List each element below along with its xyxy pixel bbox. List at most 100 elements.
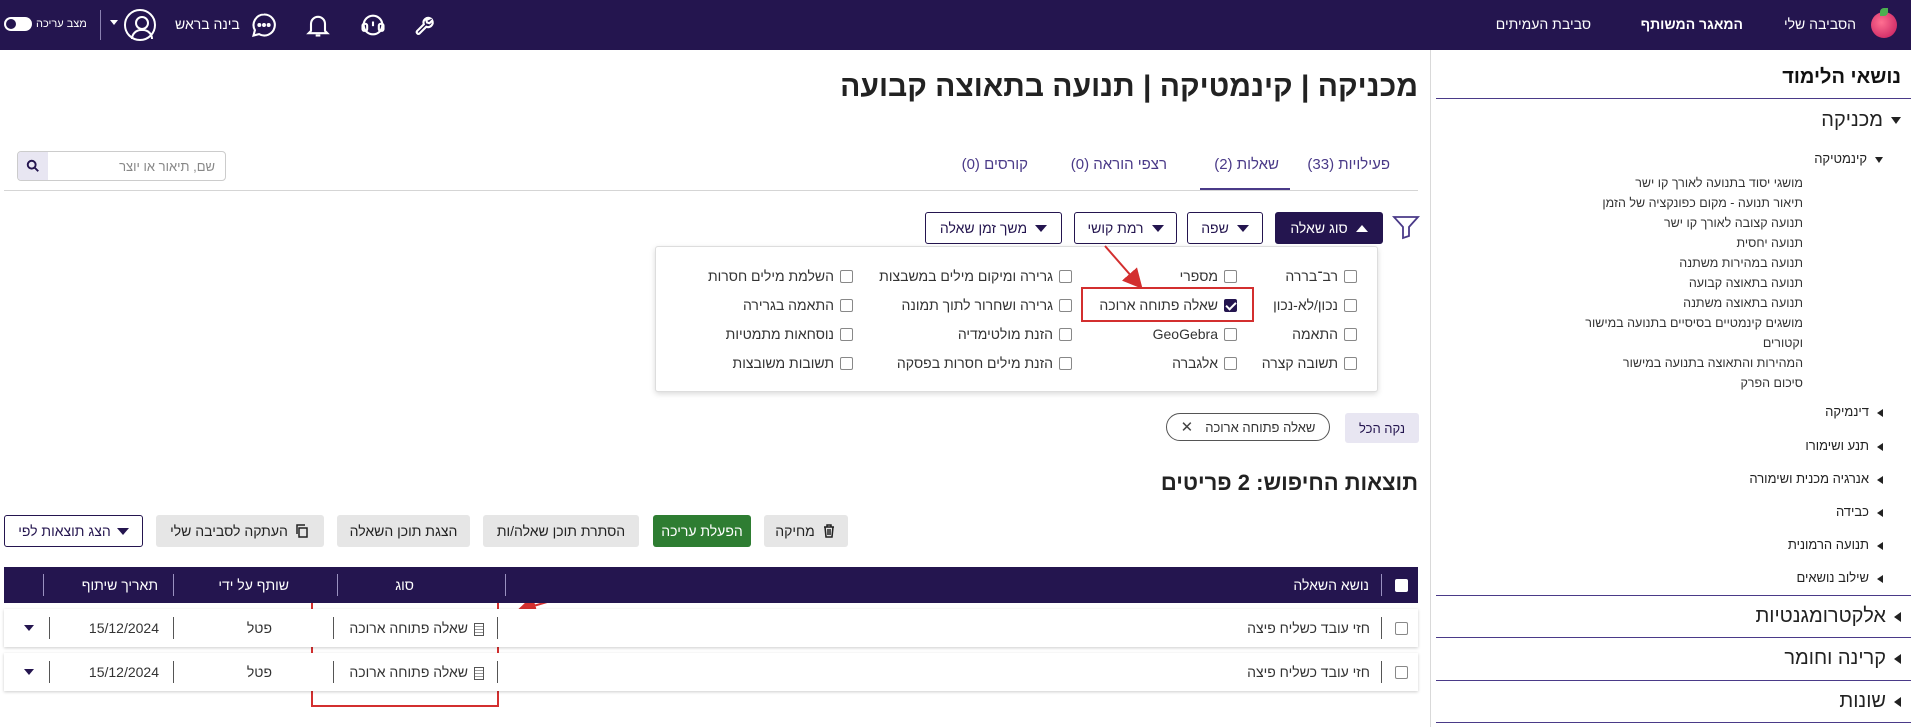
table-row[interactable]: חזי עובד כשליח פיצה שאלה פתוחה ארוכה פטל… (4, 609, 1418, 647)
sidebar-item-gravity[interactable]: כבידה (1836, 504, 1883, 519)
option-short-answer[interactable]: תשובה קצרה (1262, 355, 1357, 371)
checkbox[interactable] (1059, 327, 1072, 341)
sidebar-leaf[interactable]: תנועה יחסית (1737, 236, 1803, 250)
tab-courses[interactable]: קורסים (0) (962, 156, 1028, 173)
sidebar-item-misc[interactable]: שונות (1839, 690, 1901, 713)
sidebar-item-momentum[interactable]: תנע ושימורו (1805, 438, 1883, 453)
copy-to-my-env-button[interactable]: העתקה לסביבה שלי (156, 515, 324, 547)
option-embedded-answers[interactable]: תשובות משובצות (733, 355, 853, 371)
sidebar-item-harmonic-motion[interactable]: תנועה הרמונית (1788, 537, 1883, 552)
question-type-filter-button[interactable]: סוג שאלה (1275, 212, 1383, 244)
option-multimedia-input[interactable]: הזנת מולטימדיה (958, 326, 1072, 342)
checkbox[interactable] (840, 298, 853, 312)
select-all-checkbox[interactable] (1395, 579, 1408, 592)
nav-shared-repository[interactable]: המאגר המשותף (1641, 16, 1743, 32)
sidebar-item-mechanics[interactable]: מכניקה (1821, 109, 1901, 132)
logo-icon[interactable] (1871, 8, 1897, 38)
sidebar-leaf[interactable]: מושגי יסוד בתנועה לאורך קו ישר (1635, 176, 1803, 190)
language-filter-button[interactable]: שפה (1187, 212, 1263, 244)
edit-mode-toggle[interactable] (4, 17, 32, 31)
sidebar-leaf[interactable]: מושגים קינמטיים בסיסיים בתנועה במישור (1585, 316, 1803, 330)
sidebar-item-electromagnetism[interactable]: אלקטרומגנטיות (1755, 605, 1901, 628)
option-fill-missing-words[interactable]: השלמת מילים חסרות (708, 268, 853, 284)
wrench-icon[interactable] (411, 9, 443, 41)
option-drag-matching[interactable]: התאמה בגרירה (743, 297, 853, 313)
option-geogebra[interactable]: GeoGebra (1153, 326, 1237, 342)
option-algebra[interactable]: אלגברה (1172, 355, 1237, 371)
sidebar-leaf[interactable]: תנועה בתאוצה קבועה (1689, 276, 1803, 290)
checkbox[interactable] (1059, 298, 1072, 312)
checkbox[interactable] (1059, 269, 1072, 283)
chat-icon[interactable] (248, 9, 280, 41)
sidebar-leaf[interactable]: סיכום הפרק (1740, 376, 1803, 390)
search-button[interactable] (18, 152, 48, 180)
search-input[interactable] (47, 152, 225, 180)
option-numeric[interactable]: מספרי (1180, 268, 1237, 284)
caret-left-icon (1894, 696, 1901, 707)
close-icon[interactable]: ✕ (1181, 418, 1194, 436)
enable-edit-button[interactable]: הפעלת עריכה (653, 515, 751, 547)
chevron-down-icon[interactable] (110, 20, 118, 25)
sidebar-leaf[interactable]: תנועה בתאוצה משתנה (1683, 296, 1803, 310)
row-expand-caret-icon[interactable] (24, 669, 34, 675)
column-header-share-date[interactable]: תאריך שיתוף (82, 577, 158, 593)
checkbox[interactable] (840, 269, 853, 283)
sidebar-leaf[interactable]: תנועה קצובה לאורך קו ישר (1664, 216, 1803, 230)
sort-by-button[interactable]: הצג תוצאות לפי (4, 515, 143, 547)
nav-my-environment[interactable]: הסביבה שלי (1784, 16, 1856, 32)
checkbox[interactable] (1344, 269, 1357, 283)
option-drag-words-cells[interactable]: גרירה ומיקום מילים במשבצות (879, 268, 1072, 284)
sidebar-leaf[interactable]: תנועה במהירות משתנה (1679, 256, 1803, 270)
show-content-button[interactable]: הצגת תוכן השאלה (337, 515, 470, 547)
sidebar-leaf[interactable]: תיאור תנועה - מקום כפונקציה של הזמן (1602, 196, 1803, 210)
column-header-type[interactable]: סוג (395, 577, 414, 593)
duration-filter-button[interactable]: משך זמן שאלה (925, 212, 1062, 244)
column-header-topic[interactable]: נושא השאלה (1293, 577, 1369, 593)
option-missing-words-paragraph[interactable]: הזנת מילים חסרות בפסקה (897, 355, 1072, 371)
delete-button[interactable]: מחיקה (764, 515, 848, 547)
user-name[interactable]: בינה בראש (175, 16, 240, 32)
option-math-formulas[interactable]: נוסחאות מתמטיות (726, 326, 853, 342)
sidebar-leaf[interactable]: המהירות והתאוצה בתנועה במישור (1623, 356, 1803, 370)
avatar-icon[interactable] (124, 9, 156, 41)
cell-topic[interactable]: חזי עובד כשליח פיצה (1247, 620, 1370, 636)
sidebar-item-dynamics[interactable]: דינמיקה (1825, 404, 1883, 419)
sidebar-item-kinematics[interactable]: קינמטיקה (1814, 151, 1883, 166)
tab-questions[interactable]: שאלות (2) (1214, 156, 1279, 173)
checkbox[interactable] (1344, 356, 1357, 370)
tab-teaching-sequences[interactable]: רצפי הוראה (0) (1071, 156, 1167, 173)
support-headset-icon[interactable] (357, 9, 389, 41)
checkbox[interactable] (1224, 269, 1237, 283)
cell-topic[interactable]: חזי עובד כשליח פיצה (1247, 664, 1370, 680)
checkbox[interactable] (1224, 356, 1237, 370)
filter-icon[interactable] (1391, 214, 1421, 240)
sidebar-item-energy[interactable]: אנרגיה מכנית ושימורה (1749, 471, 1883, 486)
difficulty-filter-button[interactable]: רמת קושי (1074, 212, 1177, 244)
row-checkbox[interactable] (1395, 622, 1408, 635)
row-expand-caret-icon[interactable] (24, 625, 34, 631)
table-row[interactable]: חזי עובד כשליח פיצה שאלה פתוחה ארוכה פטל… (4, 653, 1418, 691)
checkbox[interactable] (1224, 327, 1237, 341)
checkbox[interactable] (1059, 356, 1072, 370)
tab-activities[interactable]: פעילויות (33) (1307, 156, 1390, 173)
cell-separator (173, 661, 174, 683)
active-filter-chip[interactable]: שאלה פתוחה ארוכה ✕ (1166, 413, 1330, 441)
sidebar-item-radiation-matter[interactable]: קרינה וחומר (1784, 647, 1901, 670)
option-multiple-choice[interactable]: רב־בררה (1285, 268, 1357, 284)
checkbox[interactable] (840, 356, 853, 370)
checkbox[interactable] (1344, 327, 1357, 341)
clear-all-button[interactable]: נקה הכל (1345, 413, 1419, 443)
column-header-shared-by[interactable]: שותף על ידי (218, 577, 289, 593)
option-matching[interactable]: התאמה (1292, 326, 1357, 342)
checkbox[interactable] (1344, 298, 1357, 312)
checkbox[interactable] (840, 327, 853, 341)
option-drag-drop-image[interactable]: גרירה ושחרור לתוך תמונה (902, 297, 1072, 313)
option-true-false[interactable]: נכון/לא-נכון (1273, 297, 1357, 313)
sidebar-item-combined-topics[interactable]: שילוב נושאים (1796, 570, 1883, 585)
nav-peers-environment[interactable]: סביבת העמיתים (1496, 16, 1591, 32)
document-icon (474, 622, 484, 636)
sidebar-leaf[interactable]: וקטורים (1763, 336, 1803, 350)
hide-content-button[interactable]: הסתרת תוכן שאלה/ות (483, 515, 639, 547)
bell-icon[interactable] (302, 9, 334, 41)
row-checkbox[interactable] (1395, 666, 1408, 679)
